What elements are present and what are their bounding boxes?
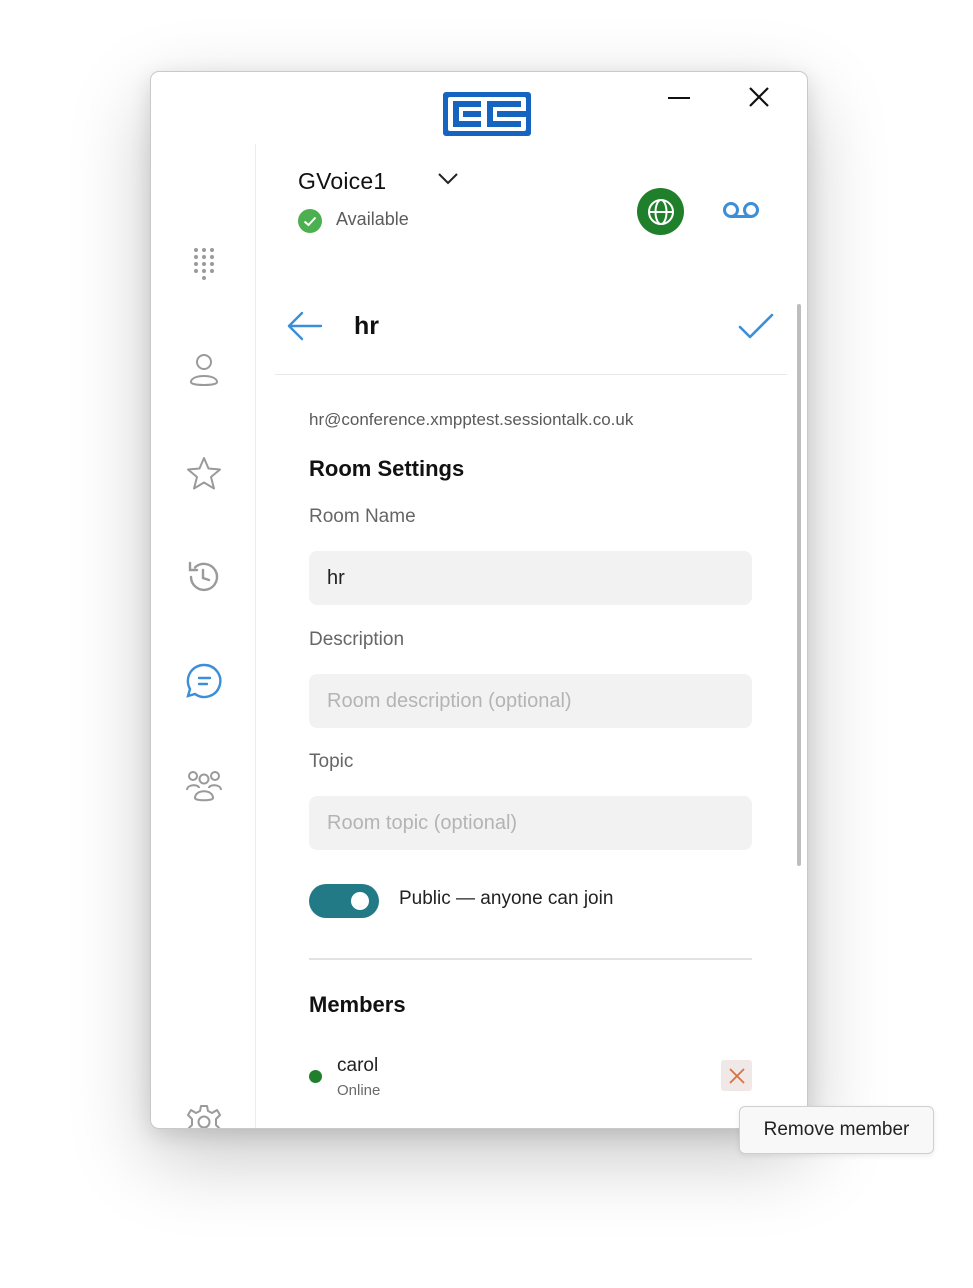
- remove-member-button[interactable]: [721, 1060, 752, 1091]
- status-available-icon: [298, 209, 322, 233]
- globe-icon: [647, 198, 674, 225]
- account-name[interactable]: GVoice1: [298, 168, 386, 195]
- divider: [309, 958, 752, 960]
- history-icon: [188, 561, 219, 592]
- room-settings-heading: Room Settings: [309, 456, 465, 481]
- topic-input[interactable]: [309, 796, 752, 850]
- cc-logo: [443, 92, 531, 136]
- back-arrow-icon[interactable]: [285, 308, 325, 344]
- checkmark-icon[interactable]: [737, 308, 775, 344]
- divider: [275, 374, 787, 375]
- remove-member-tooltip: Remove member: [739, 1106, 934, 1154]
- sidebar-item-history[interactable]: [181, 554, 227, 600]
- minimize-icon: [668, 97, 690, 99]
- description-label: Description: [309, 629, 405, 650]
- member-status: Online: [337, 1082, 381, 1099]
- dialpad-icon: [194, 248, 214, 280]
- globe-button[interactable]: [637, 188, 684, 235]
- sidebar-item-favorites[interactable]: [181, 451, 227, 497]
- sidebar-item-dialpad[interactable]: [181, 240, 227, 286]
- contact-icon: [189, 354, 219, 386]
- chat-icon: [186, 663, 222, 699]
- toggle-knob: [351, 892, 369, 910]
- sidebar: [151, 144, 256, 1128]
- voicemail-icon[interactable]: [721, 196, 761, 224]
- gear-icon: [187, 1105, 221, 1128]
- room-name-label: Room Name: [309, 506, 416, 527]
- members-heading: Members: [309, 992, 406, 1017]
- close-icon: [749, 87, 769, 107]
- room-name-input[interactable]: [309, 551, 752, 605]
- chevron-down-icon[interactable]: [435, 167, 461, 189]
- close-icon: [728, 1067, 745, 1084]
- close-button[interactable]: [741, 84, 777, 112]
- room-title: hr: [354, 312, 379, 340]
- app-window: GVoice1 Available hr hr@conference.xmppt…: [150, 71, 808, 1129]
- description-input[interactable]: [309, 674, 752, 728]
- public-toggle-label: Public — anyone can join: [399, 888, 614, 909]
- sidebar-item-settings[interactable]: [181, 1099, 227, 1128]
- room-jid: hr@conference.xmpptest.sessiontalk.co.uk: [309, 410, 634, 429]
- sidebar-item-groups[interactable]: [181, 762, 227, 808]
- minimize-button[interactable]: [661, 84, 697, 112]
- sidebar-item-contacts[interactable]: [181, 346, 227, 392]
- scrollbar[interactable]: [797, 304, 801, 866]
- status-label: Available: [336, 209, 409, 229]
- online-status-dot: [309, 1070, 322, 1083]
- member-name: carol: [337, 1055, 379, 1076]
- star-icon: [187, 457, 221, 490]
- sidebar-item-chat[interactable]: [181, 658, 227, 704]
- public-toggle[interactable]: [309, 884, 379, 918]
- group-icon: [186, 771, 222, 802]
- topic-label: Topic: [309, 751, 354, 772]
